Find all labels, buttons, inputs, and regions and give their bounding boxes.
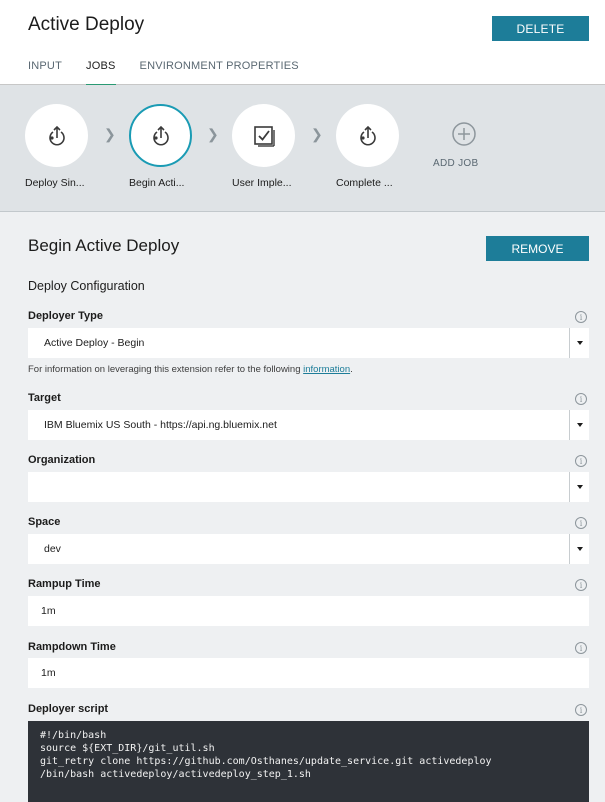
tab-bar: INPUT JOBS ENVIRONMENT PROPERTIES [28,60,323,86]
add-job-label[interactable]: ADD JOB [433,158,478,169]
deployer-type-label: Deployer Type [28,310,103,322]
job-label: User Imple... [232,177,292,189]
rampdown-time-label: Rampdown Time [28,641,116,653]
plus-circle-icon [452,122,476,146]
deployer-script-editor[interactable]: #!/bin/bash source ${EXT_DIR}/git_util.s… [28,721,589,802]
tab-environment-properties[interactable]: ENVIRONMENT PROPERTIES [140,60,299,86]
delete-button[interactable]: DELETE [492,16,589,41]
space-label: Space [28,516,61,528]
info-icon[interactable]: i [575,704,587,716]
job-label: Begin Acti... [129,177,185,189]
info-icon[interactable]: i [575,642,587,654]
deployer-type-select[interactable]: Active Deploy - Begin [28,328,589,358]
info-icon[interactable]: i [575,455,587,467]
job-circle[interactable] [232,104,295,167]
deploy-icon [48,125,65,145]
remove-button[interactable]: REMOVE [486,236,589,261]
target-label: Target [28,392,61,404]
organization-label: Organization [28,454,96,466]
deploy-icon [152,125,169,145]
job-card[interactable]: User Imple... [232,104,322,189]
chevron-down-icon[interactable] [569,472,589,502]
job-circle[interactable] [25,104,88,167]
job-label: Complete ... [336,177,393,189]
deployer-script-label: Deployer script [28,703,109,715]
chevron-down-icon[interactable] [569,410,589,440]
rampup-time-input[interactable]: 1m [28,596,589,626]
job-card[interactable]: Deploy Sin... [25,104,115,189]
deploy-icon [359,125,376,145]
info-icon[interactable]: i [575,393,587,405]
select-value: IBM Bluemix US South - https://api.ng.bl… [44,419,277,431]
tab-input[interactable]: INPUT [28,60,62,86]
space-select[interactable]: dev [28,534,589,564]
info-icon[interactable]: i [575,311,587,323]
job-pipeline: Deploy Sin... ❯ Begin Acti... ❯ User Imp… [0,85,605,212]
section-heading: Deploy Configuration [28,279,145,293]
information-link[interactable]: information [303,364,350,375]
page-header: Active Deploy DELETE INPUT JOBS ENVIRONM… [0,0,605,86]
chevron-right-icon: ❯ [207,126,219,142]
job-config-panel: Begin Active Deploy REMOVE Deploy Config… [0,212,605,802]
help-text: For information on leveraging this exten… [28,364,353,375]
job-card-selected[interactable]: Begin Acti... [129,104,219,189]
select-value: dev [44,543,61,555]
job-title: Begin Active Deploy [28,236,180,255]
chevron-down-icon[interactable] [569,534,589,564]
add-job-button[interactable] [433,121,483,152]
chevron-right-icon: ❯ [311,126,323,142]
job-card[interactable]: Complete ... [336,104,426,189]
tab-jobs[interactable]: JOBS [86,60,116,86]
info-icon[interactable]: i [575,579,587,591]
page-title: Active Deploy [28,14,145,35]
info-icon[interactable]: i [575,517,587,529]
target-select[interactable]: IBM Bluemix US South - https://api.ng.bl… [28,410,589,440]
rampup-time-label: Rampup Time [28,578,101,590]
organization-select[interactable] [28,472,589,502]
chevron-down-icon[interactable] [569,328,589,358]
job-circle[interactable] [129,104,192,167]
select-value: Active Deploy - Begin [44,337,145,349]
job-circle[interactable] [336,104,399,167]
chevron-right-icon: ❯ [104,126,116,142]
rampdown-time-input[interactable]: 1m [28,658,589,688]
checklist-icon [253,125,275,147]
job-label: Deploy Sin... [25,177,85,189]
